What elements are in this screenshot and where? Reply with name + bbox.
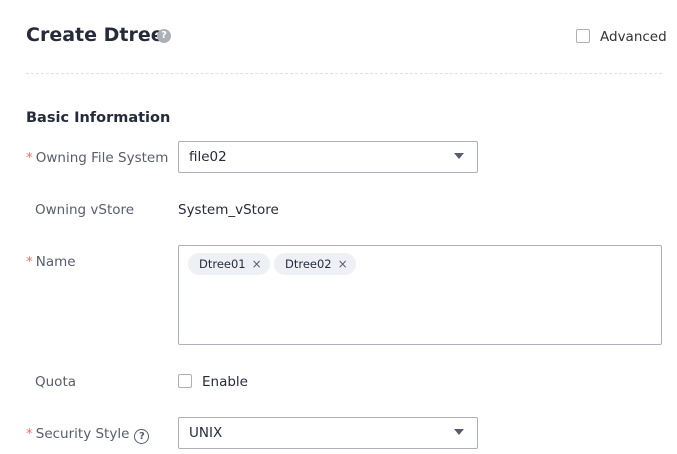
quota-enable-label[interactable]: Enable	[202, 374, 248, 390]
section-title-basic-information: Basic Information	[26, 110, 171, 126]
page-title: Create Dtree	[26, 24, 164, 46]
advanced-label[interactable]: Advanced	[600, 29, 667, 45]
security-style-value: UNIX	[189, 425, 223, 441]
security-style-label: * Security Style?	[26, 426, 150, 444]
required-mark: *	[26, 426, 33, 442]
name-tag: Dtree02 ×	[274, 253, 356, 275]
owning-file-system-value: file02	[189, 149, 227, 165]
chevron-down-icon	[454, 429, 464, 435]
quota-label: Quota	[35, 374, 77, 390]
owning-vstore-label: Owning vStore	[35, 202, 135, 218]
help-icon[interactable]: ?	[134, 429, 150, 444]
name-tag: Dtree01 ×	[188, 253, 270, 275]
close-icon[interactable]: ×	[338, 257, 348, 271]
owning-vstore-value: System_vStore	[178, 202, 279, 218]
required-mark: *	[26, 150, 33, 166]
required-mark: *	[26, 254, 33, 270]
name-tag-text: Dtree02	[285, 257, 332, 271]
name-tag-text: Dtree01	[199, 257, 246, 271]
advanced-checkbox[interactable]	[576, 29, 590, 43]
security-style-select[interactable]: UNIX	[178, 417, 478, 449]
owning-file-system-label-text: Owning File System	[35, 150, 169, 166]
owning-file-system-select[interactable]: file02	[178, 141, 478, 173]
security-style-label-text: Security Style	[35, 426, 130, 442]
name-label: * Name	[26, 254, 76, 270]
quota-enable-checkbox[interactable]	[178, 374, 192, 388]
name-tag-input[interactable]: Dtree01 × Dtree02 ×	[178, 245, 662, 345]
owning-file-system-label: * Owning File System	[26, 150, 168, 166]
close-icon[interactable]: ×	[252, 257, 262, 271]
header-divider	[26, 73, 662, 74]
help-icon[interactable]: ?	[157, 29, 171, 43]
chevron-down-icon	[454, 153, 464, 159]
name-label-text: Name	[35, 254, 76, 270]
